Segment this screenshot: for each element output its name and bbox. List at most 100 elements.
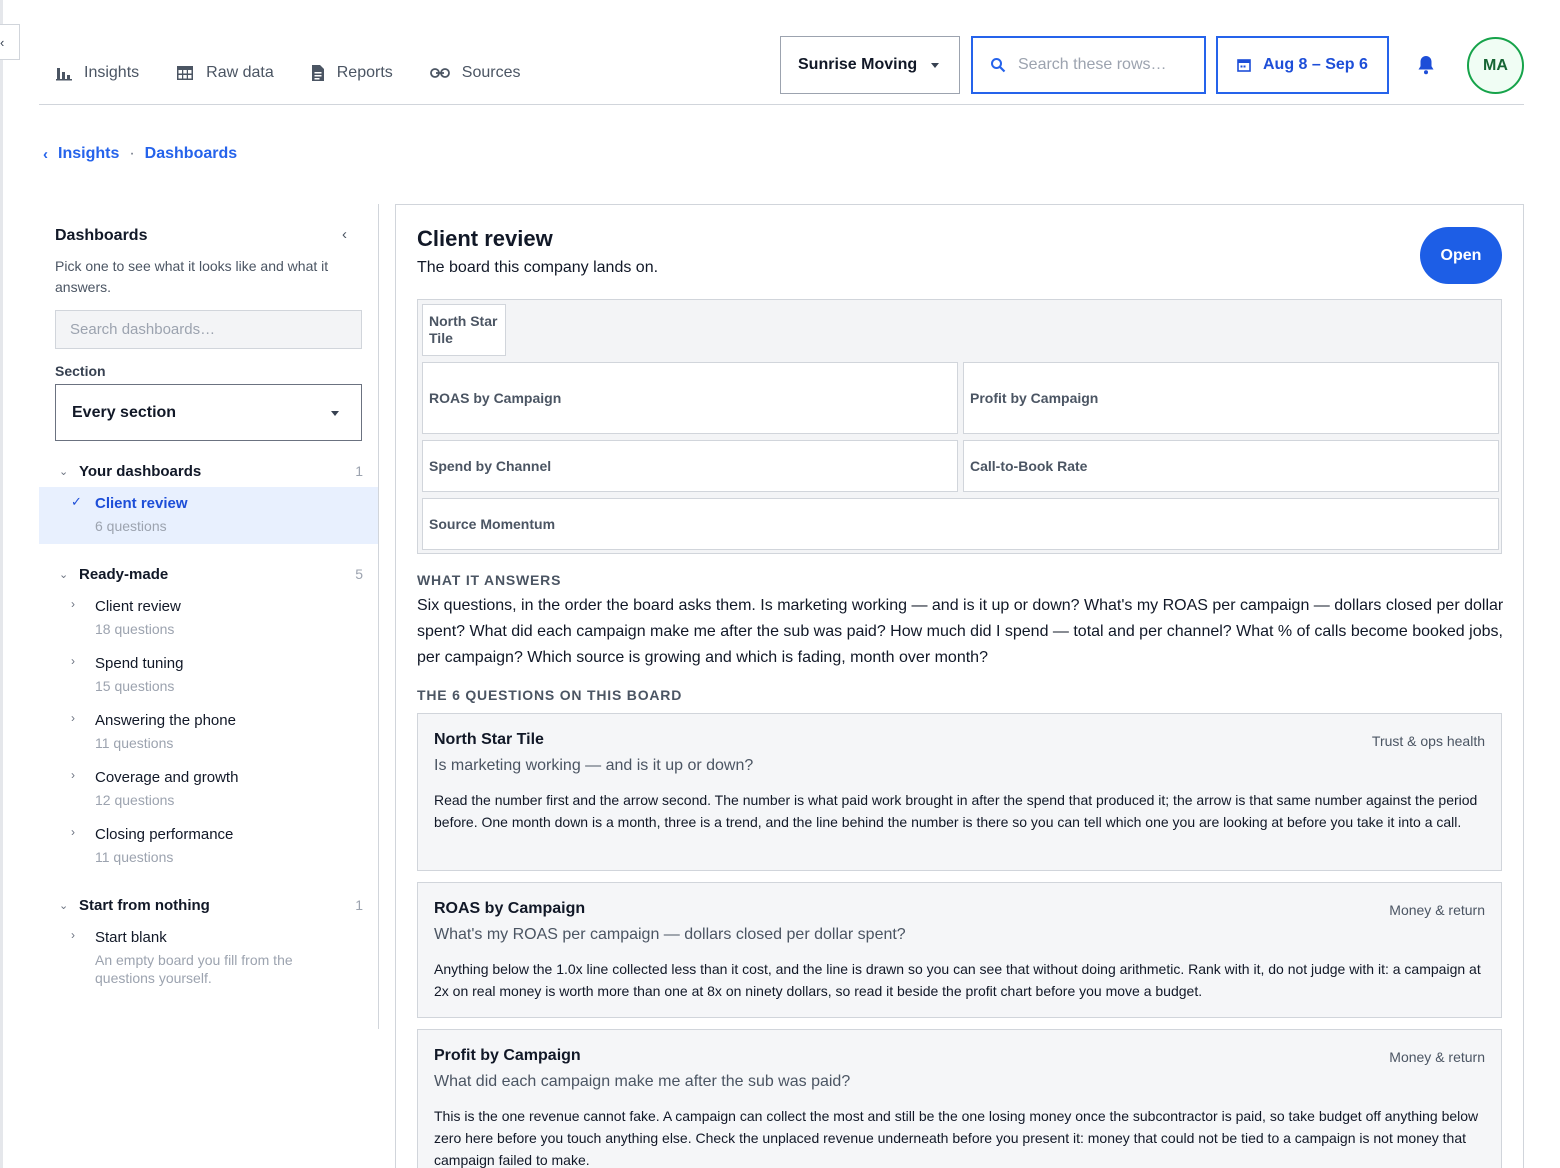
search-icon [991,58,1006,73]
group-count: 1 [355,463,363,479]
section-select[interactable]: Every section [55,384,362,441]
chevron-down-icon: ⌄ [59,899,69,912]
nav-insights[interactable]: Insights [56,64,139,82]
list-item[interactable]: › Closing performance 11 questions [39,818,378,875]
top-bar: Insights Raw data Reports Sources Sunris… [39,0,1524,105]
nav-raw-data[interactable]: Raw data [176,64,274,82]
group-ready-made[interactable]: ⌄ Ready-made 5 [39,562,379,586]
question-explanation: This is the one revenue cannot fake. A c… [434,1108,1479,1168]
nav-label: Insights [84,64,140,81]
caret-down-icon [931,63,939,68]
company-name: Sunrise Moving [798,56,918,73]
sidebar-title: Dashboards [55,227,148,244]
dashboard-name: Client review [95,598,181,615]
answers-text: Six questions, in the order the board as… [417,597,1504,666]
group-start-from-nothing[interactable]: ⌄ Start from nothing 1 [39,893,379,917]
bell-icon [1418,56,1434,75]
nav-label: Sources [461,64,521,81]
list-item[interactable]: › Spend tuning 15 questions [39,647,378,704]
chevron-down-icon: ⌄ [59,465,69,478]
chevron-right-icon: › [71,825,75,839]
dashboard-question-count: 11 questions [95,735,174,751]
nav-sources[interactable]: Sources [429,64,521,82]
dashboards-sidebar: Dashboards ‹ Pick one to see what it loo… [39,204,379,1029]
open-button[interactable]: Open [1420,227,1502,284]
question-name: ROAS by Campaign [434,900,586,917]
date-range-button[interactable]: Aug 8 – Sep 6 [1216,36,1389,94]
page-left-edge [0,0,3,1168]
breadcrumb-dashboards[interactable]: Dashboards [145,145,237,163]
dashboard-question-count: 6 questions [95,518,167,534]
section-select-value: Every section [72,403,177,421]
main-nav: Insights Raw data Reports Sources [56,64,520,82]
dashboard-question-count: 11 questions [95,849,174,865]
chevron-right-icon: › [71,711,75,725]
preview-tile: Profit by Campaign [963,362,1499,434]
preview-tile: Call-to-Book Rate [963,440,1499,492]
question-card: ROAS by Campaign Money & return What's m… [417,882,1502,1018]
list-item[interactable]: › Start blank An empty board you fill fr… [39,921,378,991]
list-item[interactable]: ✓ Client review 6 questions [39,487,378,544]
dashboard-name: Client review [95,495,188,512]
link-icon [429,68,450,78]
question-text: What did each campaign make me after the… [434,1073,851,1090]
question-card: North Star Tile Trust & ops health Is ma… [417,713,1502,871]
question-text: What's my ROAS per campaign — dollars cl… [434,926,906,943]
nav-label: Raw data [206,64,274,81]
list-item[interactable]: › Coverage and growth 12 questions [39,761,378,818]
question-category: Trust & ops health [1371,733,1485,749]
questions-heading: THE 6 QUESTIONS ON THIS BOARD [417,687,683,703]
question-name: Profit by Campaign [434,1047,581,1064]
dashboard-search[interactable] [55,310,362,349]
breadcrumb-insights[interactable]: Insights [58,145,119,163]
preview-tile: ROAS by Campaign [422,362,958,434]
chevron-right-icon: › [71,928,75,942]
chevron-right-icon: › [71,597,75,611]
dashboard-name: Answering the phone [95,712,236,729]
group-title: Your dashboards [79,462,202,480]
section-label: Section [55,363,106,379]
dashboard-name: Closing performance [95,826,234,843]
company-select[interactable]: Sunrise Moving [780,36,960,94]
notifications-button[interactable] [1417,55,1435,80]
question-explanation: Anything below the 1.0x line collected l… [434,961,1481,999]
question-card: Profit by Campaign Money & return What d… [417,1029,1502,1168]
question-name: North Star Tile [434,731,544,748]
page-subtitle: The board this company lands on. [417,259,659,276]
breadcrumb-separator: · [129,145,135,162]
list-item[interactable]: › Client review 18 questions [39,590,378,647]
group-title: Ready-made [79,565,169,583]
chevron-right-icon: › [71,654,75,668]
dashboard-question-count: 18 questions [95,621,175,637]
chevron-right-icon: › [71,768,75,782]
chevron-left-icon[interactable]: ‹ [43,146,48,163]
dashboard-search-input[interactable] [70,321,350,338]
nav-label: Reports [336,64,393,81]
date-range-label: Aug 8 – Sep 6 [1263,56,1368,73]
group-your-dashboards[interactable]: ⌄ Your dashboards 1 [39,459,379,483]
row-search[interactable] [971,36,1206,94]
collapse-tab[interactable]: ‹ [0,24,20,60]
calendar-icon [1237,59,1251,72]
chevron-left-icon: ‹ [342,226,347,243]
dashboard-name: Coverage and growth [95,769,239,786]
dashboard-name: Start blank [95,929,167,946]
list-item[interactable]: › Answering the phone 11 questions [39,704,378,761]
group-count: 1 [355,897,363,913]
nav-reports[interactable]: Reports [311,64,393,82]
sidebar-description: Pick one to see what it looks like and w… [55,258,329,295]
avatar-initials: MA [1483,56,1508,74]
preview-tile: North Star Tile [422,304,506,356]
row-search-input[interactable] [1018,56,1188,74]
collapse-sidebar-button[interactable]: ‹ [342,226,347,243]
page-title: Client review [417,226,553,251]
preview-tile: Spend by Channel [422,440,958,492]
table-icon [177,66,194,80]
caret-down-icon [331,411,339,416]
question-category: Money & return [1389,902,1485,918]
check-icon: ✓ [71,494,82,509]
board-preview: North Star Tile ROAS by Campaign Profit … [417,299,1502,554]
avatar[interactable]: MA [1467,37,1524,94]
question-text: Is marketing working — and is it up or d… [434,757,754,774]
dashboard-question-count: 12 questions [95,792,175,808]
